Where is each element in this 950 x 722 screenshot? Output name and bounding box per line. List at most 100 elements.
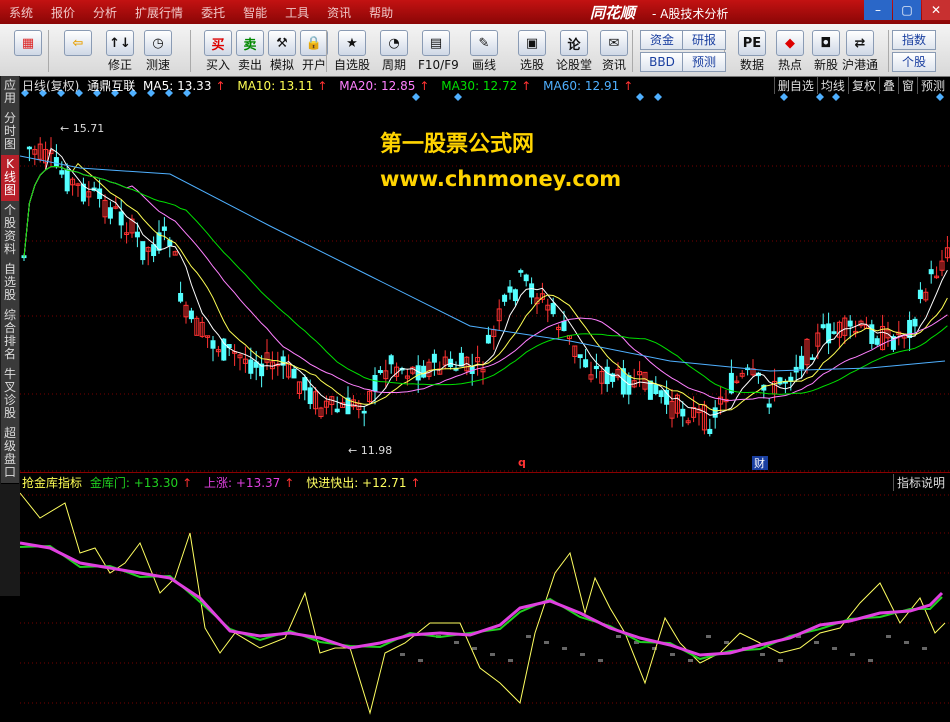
toolbar-label-16: 热点 [777,58,802,72]
toolbar-button-12[interactable]: ▣ 选股 [514,28,550,74]
candle-body [118,211,124,226]
close-icon[interactable]: ✕ [922,0,950,20]
toolbar-bbd-button[interactable]: BBD [640,52,684,72]
buy-icon: 买 [204,30,232,56]
toolbar-button-3[interactable]: ◷ 测速 [140,28,176,74]
toolbar-button-17[interactable]: ◘ 新股 [808,28,844,74]
minimize-icon[interactable]: – [864,0,892,20]
toolbar-label-17: 新股 [813,58,838,72]
left-tab-2[interactable]: K线图 [1,155,19,202]
event-marker-icon [454,93,462,101]
menu-quotes[interactable]: 报价 [42,4,84,21]
indicator-name[interactable]: 抢金库指标 [22,476,82,490]
remove-watchlist-button[interactable]: 删自选 [773,77,817,94]
toolbar-button-1[interactable]: ⇦ [60,28,96,74]
menu-news[interactable]: 资讯 [318,4,360,21]
event-marker-icon [780,93,788,101]
candle-body [59,170,65,175]
candle-body [799,355,805,370]
overlay-button[interactable]: 叠 [878,77,898,94]
maximize-icon[interactable]: ▢ [893,0,921,20]
toolbar-button-10[interactable]: ▤ F10/F9 [418,28,459,74]
window-title: - A股技术分析 [652,7,729,21]
hot-icon: ◆ [776,30,804,56]
left-tab-4[interactable]: 自选股 [1,260,19,307]
toolbar-label-13: 论股堂 [556,58,593,72]
candle-body [712,407,718,418]
ind-noise-mark [490,653,495,656]
window-button[interactable]: 窗 [897,77,917,94]
menu-smart[interactable]: 智能 [234,4,276,21]
menu-tools[interactable]: 工具 [276,4,318,21]
period-label[interactable]: 日线(复权) [22,79,79,93]
toolbar-button-15[interactable]: PE 数据 [734,28,770,74]
forecast-button[interactable]: 预测 [916,77,948,94]
candle-body [64,169,70,192]
toolbar-button-11[interactable]: ✎ 画线 [466,28,502,74]
toolbar-zijin-button[interactable]: 资金 [640,30,684,50]
candle-body [107,207,113,219]
grid-icon: ▦ [14,30,42,56]
toolbar-label-5: 卖出 [237,58,262,72]
adjust-button[interactable]: 复权 [847,77,879,94]
candle-body [134,231,140,238]
stock-name: 通鼎互联 [87,79,136,93]
indicator-panel[interactable]: 抢金库指标 金库门: +13.30 ↑ 上涨: +13.37 ↑ 快进快出: +12… [20,472,950,722]
candle-body [415,365,421,381]
menu-order[interactable]: 委托 [192,4,234,21]
toolbar-button-6[interactable]: ⚒ 模拟 [264,28,300,74]
shangzhang-line [20,541,944,657]
candle-body [653,384,659,395]
toolbar-yanbao-button[interactable]: 研报 [682,30,726,50]
left-tab-3[interactable]: 个股资料 [1,201,19,261]
toolbar-button-2[interactable]: ↑↓ 修正 [102,28,138,74]
left-tab-7[interactable]: 超级盘口 [1,424,19,484]
toolbar-gegu-button[interactable]: 个股 [892,52,936,72]
indicator-help-button[interactable]: 指标说明 [892,474,948,491]
toolbar-button-18[interactable]: ⇄ 沪港通 [842,28,878,74]
left-tab-1[interactable]: 分时图 [1,109,19,156]
toolbar-button-14[interactable]: ✉ 资讯 [596,28,632,74]
indicator-chart[interactable] [20,473,950,722]
ind-noise-mark [706,635,711,638]
toolbar-separator [48,30,49,72]
ind-noise-mark [526,635,531,638]
toolbar-button-5[interactable]: 卖卖出 [232,28,268,74]
toolbar-button-8[interactable]: ★ 自选股 [334,28,370,74]
toolbar-label-12: 选股 [519,58,544,72]
ind-noise-mark [814,641,819,644]
sell-icon: 卖 [236,30,264,56]
toolbar-button-0[interactable]: ▦ [10,28,46,74]
toolbar-button-16[interactable]: ◆ 热点 [772,28,808,74]
left-tab-6[interactable]: 牛叉诊股 [1,365,19,425]
toolbar-zhishu-button[interactable]: 指数 [892,30,936,50]
ind-noise-mark [724,641,729,644]
indicator-header: 抢金库指标 金库门: +13.30 ↑ 上涨: +13.37 ↑ 快进快出: +12… [22,474,429,491]
toolbar-yuce-button[interactable]: 预测 [682,52,726,72]
toolbar-button-4[interactable]: 买买入 [200,28,236,74]
toolbar-separator [190,30,191,72]
fix-icon: ↑↓ [106,30,134,56]
candle-body [529,283,535,298]
candle-body [307,387,313,405]
left-vertical-tabs: 应用分时图K线图个股资料自选股综合排名牛叉诊股超级盘口 [0,76,20,596]
kuaijin-line [20,492,946,715]
candle-body [188,310,194,320]
ma-button[interactable]: 均线 [816,77,848,94]
candle-body [658,390,664,398]
ind-noise-mark [850,653,855,656]
menu-ext-quotes[interactable]: 扩展行情 [126,4,192,21]
ind-noise-mark [508,659,513,662]
menu-system[interactable]: 系统 [0,4,42,21]
menu-analysis[interactable]: 分析 [84,4,126,21]
candle-body [847,320,853,327]
candle-body [53,157,59,167]
low-price-label: ← 11.98 [348,444,392,457]
toolbar-button-13[interactable]: 论论股堂 [556,28,592,74]
left-tab-5[interactable]: 综合排名 [1,306,19,366]
toolbar-button-9[interactable]: ◔ 周期 [376,28,412,74]
left-tab-0[interactable]: 应用 [1,76,19,110]
toolbar-label-9: 周期 [381,58,406,72]
menu-help[interactable]: 帮助 [360,4,402,21]
candle-body [809,357,815,360]
